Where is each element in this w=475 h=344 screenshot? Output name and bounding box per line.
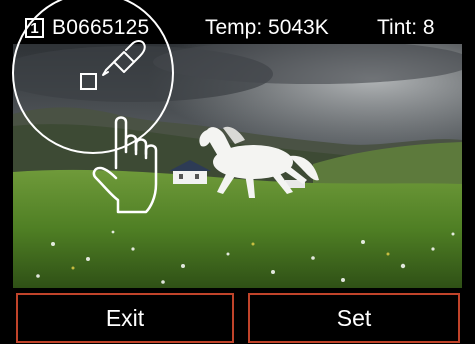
tint-readout: Tint: 8 [377, 16, 435, 39]
camera-screen: 1 B0665125 Temp: 5043K Tint: 8 Exit Set [0, 0, 475, 344]
temperature-readout: Temp: 5043K [205, 16, 329, 39]
exit-button[interactable]: Exit [16, 293, 234, 343]
landscape-photo [13, 44, 462, 288]
image-id-label: B0665125 [52, 16, 150, 39]
preview-image[interactable] [13, 44, 462, 288]
set-button[interactable]: Set [248, 293, 460, 343]
slot-number-badge: 1 [25, 18, 44, 38]
status-bar: 1 B0665125 Temp: 5043K Tint: 8 [0, 0, 475, 44]
